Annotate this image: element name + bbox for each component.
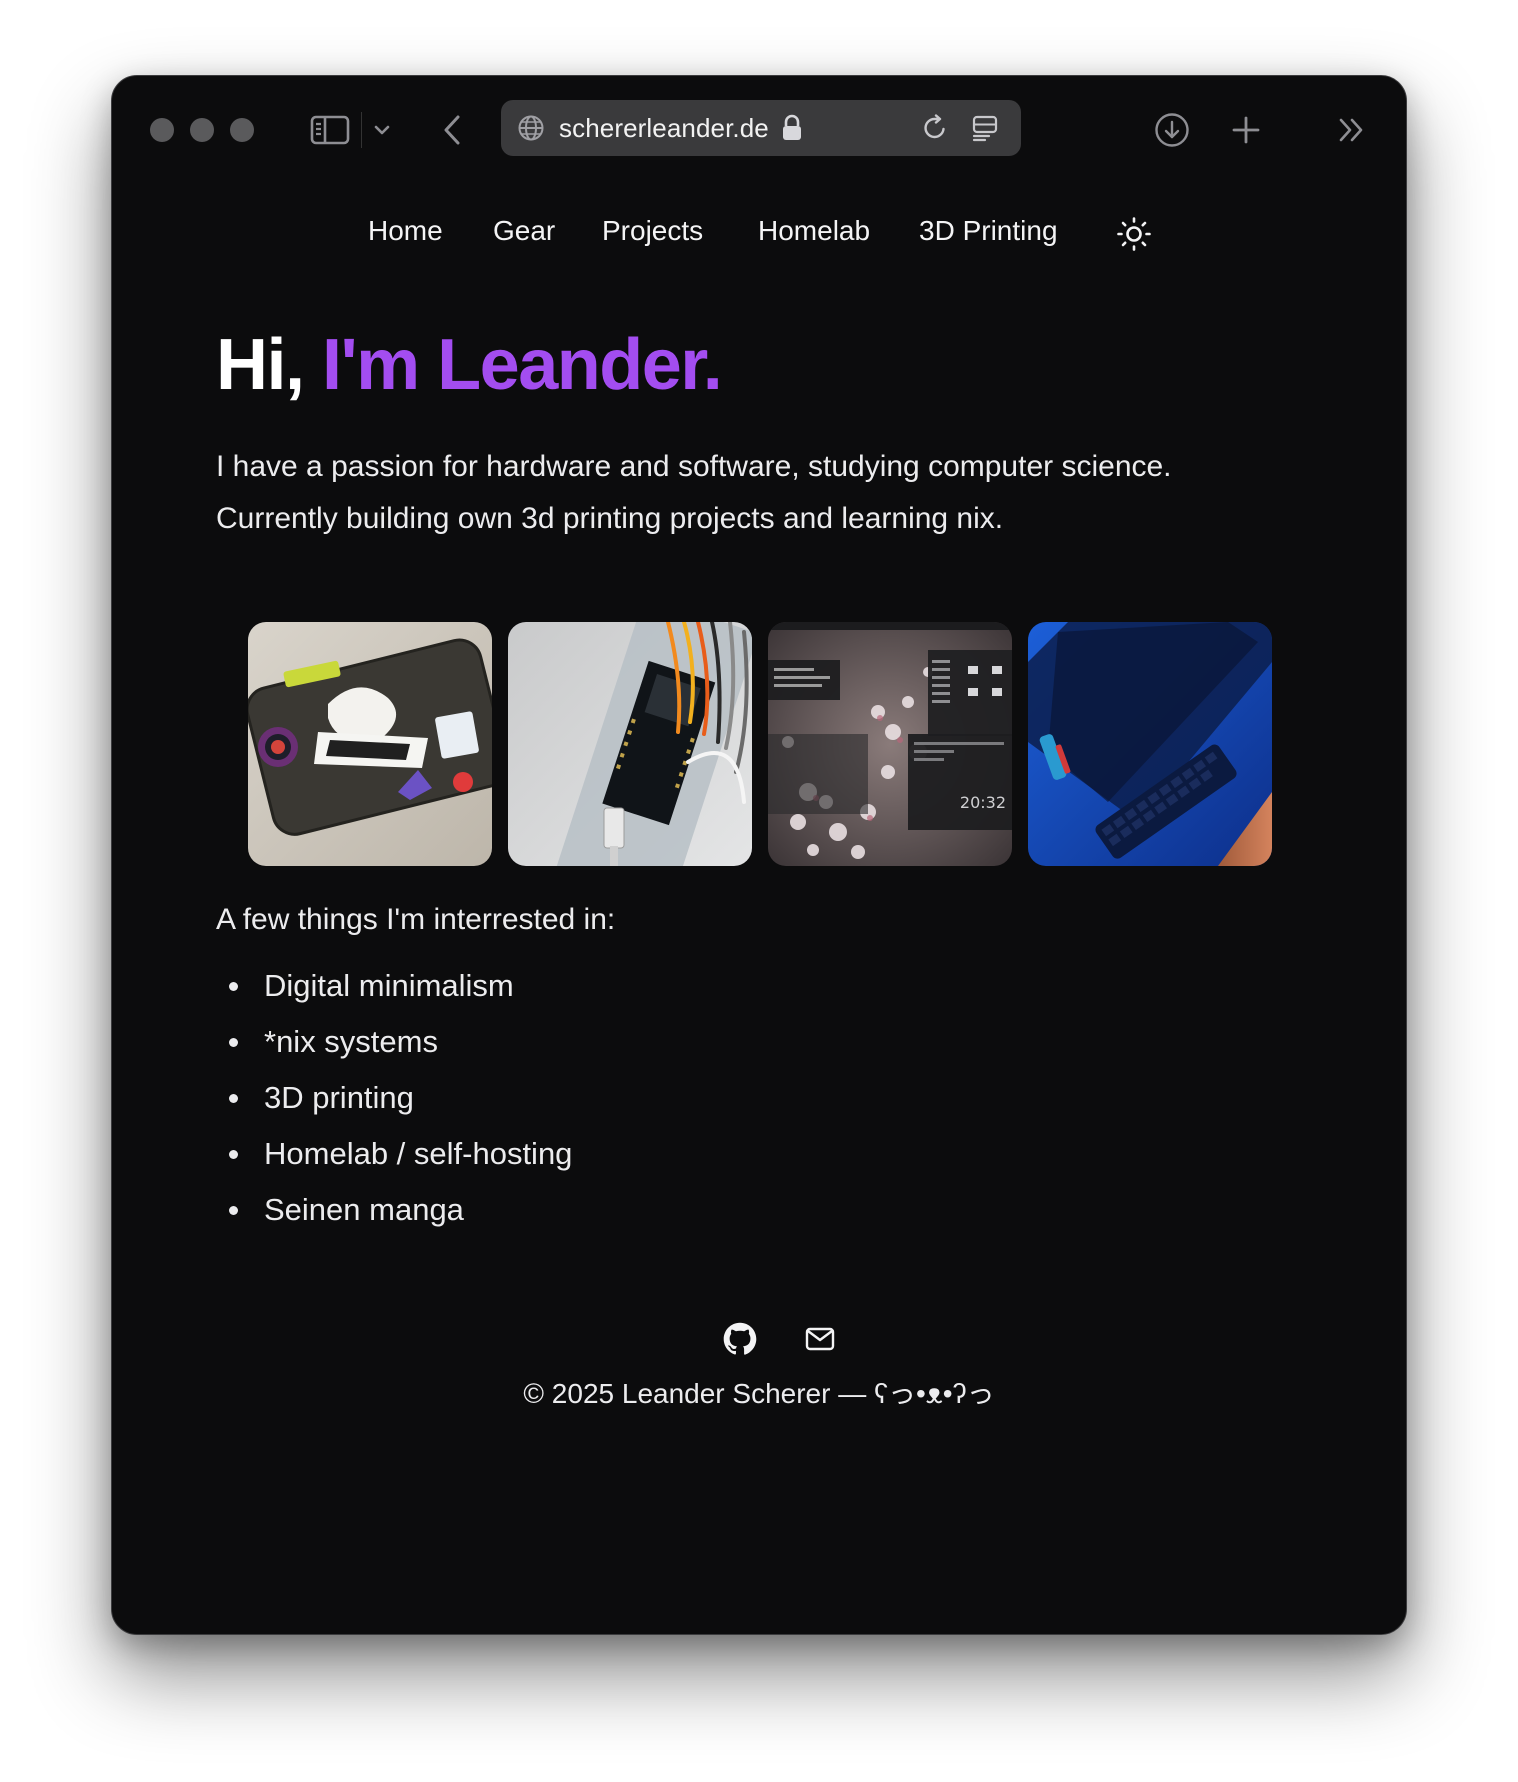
close-window-button[interactable] xyxy=(150,118,174,142)
hero-greeting: Hi, xyxy=(216,325,305,405)
minimize-window-button[interactable] xyxy=(190,118,214,142)
nav-3d-printing[interactable]: 3D Printing xyxy=(919,215,1058,247)
mail-icon[interactable] xyxy=(800,1319,840,1359)
zoom-window-button[interactable] xyxy=(230,118,254,142)
intro-text: I have a passion for hardware and softwa… xyxy=(216,441,1296,545)
overflow-icon[interactable] xyxy=(1332,110,1372,150)
desktop-clock: 20:32 xyxy=(960,793,1006,812)
sun-icon[interactable] xyxy=(1114,214,1154,254)
list-item: 3D printing xyxy=(216,1070,572,1126)
globe-icon xyxy=(517,114,545,142)
gallery-image-desktop[interactable]: 20:32 xyxy=(768,622,1012,866)
list-item: Homelab / self-hosting xyxy=(216,1126,572,1182)
hero-name: I'm Leander. xyxy=(322,325,723,405)
list-item: Digital minimalism xyxy=(216,958,572,1014)
nav-projects[interactable]: Projects xyxy=(602,215,703,247)
browser-toolbar: schererleander.de xyxy=(112,76,1406,180)
download-icon[interactable] xyxy=(1152,110,1192,150)
reader-icon[interactable] xyxy=(971,114,999,142)
interests-heading: A few things I'm interrested in: xyxy=(216,903,616,936)
intro-line-1: I have a passion for hardware and softwa… xyxy=(216,450,1172,483)
gallery-image-console[interactable] xyxy=(248,622,492,866)
copyright-text: © 2025 Leander Scherer — ʕっ•ᴥ•ʔっ xyxy=(523,1378,995,1409)
list-item: *nix systems xyxy=(216,1014,572,1070)
footer-links xyxy=(112,1319,1406,1359)
hero-title: Hi, I'm Leander. xyxy=(216,324,723,406)
nav-gear[interactable]: Gear xyxy=(493,215,555,247)
nav-home[interactable]: Home xyxy=(368,215,443,247)
gallery-image-desk[interactable] xyxy=(1028,622,1272,866)
gallery-image-microcontroller[interactable] xyxy=(508,622,752,866)
list-item: Seinen manga xyxy=(216,1182,572,1238)
github-icon[interactable] xyxy=(720,1319,760,1359)
address-bar[interactable]: schererleander.de xyxy=(501,100,1021,156)
browser-window: schererleander.de Home Gear Projects Hom… xyxy=(111,75,1407,1635)
new-tab-icon[interactable] xyxy=(1226,110,1266,150)
chevron-down-icon[interactable] xyxy=(370,116,394,144)
reload-icon[interactable] xyxy=(921,114,949,142)
lock-icon xyxy=(781,114,803,142)
intro-line-2: Currently building own 3d printing proje… xyxy=(216,502,1004,535)
toolbar-divider xyxy=(361,112,362,148)
url-text: schererleander.de xyxy=(559,112,769,143)
photo-gallery: 20:32 xyxy=(248,622,1272,866)
interests-list: Digital minimalism *nix systems 3D print… xyxy=(216,958,572,1238)
back-icon[interactable] xyxy=(438,110,466,150)
nav-homelab[interactable]: Homelab xyxy=(758,215,870,247)
sidebar-icon[interactable] xyxy=(308,112,352,148)
